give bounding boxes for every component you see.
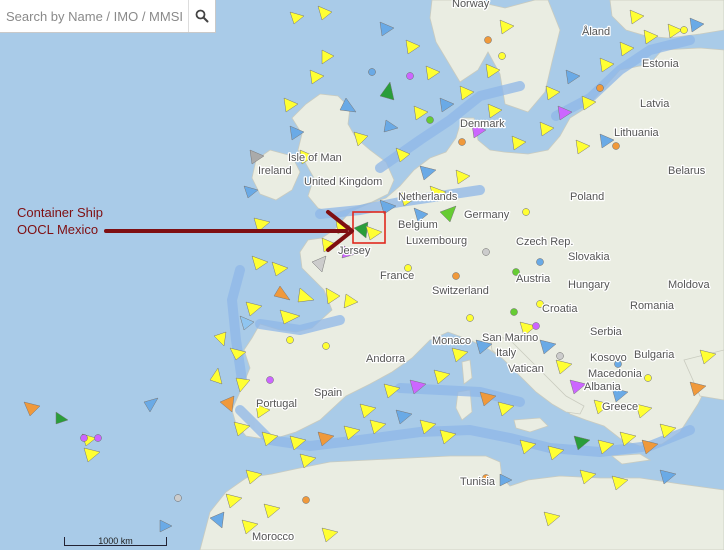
annotation-line-1: Container Ship <box>17 205 103 220</box>
label-bulgaria: Bulgaria <box>634 349 675 361</box>
label-san-marino: San Marino <box>482 332 538 344</box>
label-aland: Åland <box>582 25 610 38</box>
label-estonia: Estonia <box>642 58 680 70</box>
label-slovakia: Slovakia <box>568 251 610 263</box>
label-romania: Romania <box>630 300 675 312</box>
label-tunisia: Tunisia <box>460 476 496 488</box>
label-andorra: Andorra <box>366 353 406 365</box>
label-albania: Albania <box>584 381 622 393</box>
label-spain: Spain <box>314 387 342 399</box>
search-input[interactable] <box>0 0 188 32</box>
label-united-kingdom: United Kingdom <box>304 176 382 188</box>
label-italy: Italy <box>496 347 517 359</box>
port-dot[interactable] <box>266 376 274 384</box>
port-dot[interactable] <box>466 314 474 322</box>
port-dot[interactable] <box>286 336 294 344</box>
label-luxembourg: Luxembourg <box>406 235 467 247</box>
port-dot[interactable] <box>510 308 518 316</box>
port-dot[interactable] <box>322 342 330 350</box>
port-dot[interactable] <box>644 374 652 382</box>
label-ireland: Ireland <box>258 165 292 177</box>
port-dot[interactable] <box>536 258 544 266</box>
port-dot[interactable] <box>522 208 530 216</box>
vessel-map[interactable]: Norway Åland Estonia Latvia Lithuania De… <box>0 0 724 550</box>
label-poland: Poland <box>570 191 604 203</box>
annotation-label: Container Ship OOCL Mexico <box>17 204 103 238</box>
label-switzerland: Switzerland <box>432 285 489 297</box>
label-latvia: Latvia <box>640 98 670 110</box>
label-germany: Germany <box>464 209 510 221</box>
label-netherlands: Netherlands <box>398 191 458 203</box>
port-dot[interactable] <box>532 322 540 330</box>
search-bar <box>0 0 216 33</box>
label-vatican: Vatican <box>508 363 544 375</box>
label-austria: Austria <box>516 273 551 285</box>
label-czech: Czech Rep. <box>516 236 573 248</box>
label-belarus: Belarus <box>668 165 706 177</box>
port-dot[interactable] <box>484 36 492 44</box>
label-lithuania: Lithuania <box>614 127 660 139</box>
label-macedonia: Macedonia <box>588 368 643 380</box>
port-dot[interactable] <box>680 26 688 34</box>
port-dot[interactable] <box>452 272 460 280</box>
port-dot[interactable] <box>596 84 604 92</box>
label-denmark: Denmark <box>460 118 505 130</box>
label-monaco: Monaco <box>432 335 471 347</box>
label-france: France <box>380 270 414 282</box>
port-dot[interactable] <box>612 142 620 150</box>
annotation-line-2: OOCL Mexico <box>17 222 99 237</box>
label-moldova: Moldova <box>668 279 710 291</box>
port-dot[interactable] <box>368 68 376 76</box>
label-portugal: Portugal <box>256 398 297 410</box>
label-kosovo: Kosovo <box>590 352 627 364</box>
label-jersey: Jersey <box>338 245 371 257</box>
scale-bar: 1000 km <box>64 536 167 546</box>
port-dot[interactable] <box>94 434 102 442</box>
search-button[interactable] <box>188 0 215 32</box>
port-dot[interactable] <box>426 116 434 124</box>
label-serbia: Serbia <box>590 326 623 338</box>
label-isle-of-man: Isle of Man <box>288 152 342 164</box>
label-morocco: Morocco <box>252 531 294 543</box>
port-dot[interactable] <box>498 52 506 60</box>
label-croatia: Croatia <box>542 303 578 315</box>
port-dot[interactable] <box>174 494 182 502</box>
label-hungary: Hungary <box>568 279 610 291</box>
port-dot[interactable] <box>302 496 310 504</box>
port-dot[interactable] <box>482 248 490 256</box>
port-dot[interactable] <box>406 72 414 80</box>
port-dot[interactable] <box>458 138 466 146</box>
scale-bar-label: 1000 km <box>98 536 133 546</box>
label-norway: Norway <box>452 0 490 10</box>
search-icon <box>195 9 209 23</box>
port-dot[interactable] <box>556 352 564 360</box>
port-dot[interactable] <box>80 434 88 442</box>
label-greece: Greece <box>602 401 638 413</box>
label-belgium: Belgium <box>398 219 438 231</box>
